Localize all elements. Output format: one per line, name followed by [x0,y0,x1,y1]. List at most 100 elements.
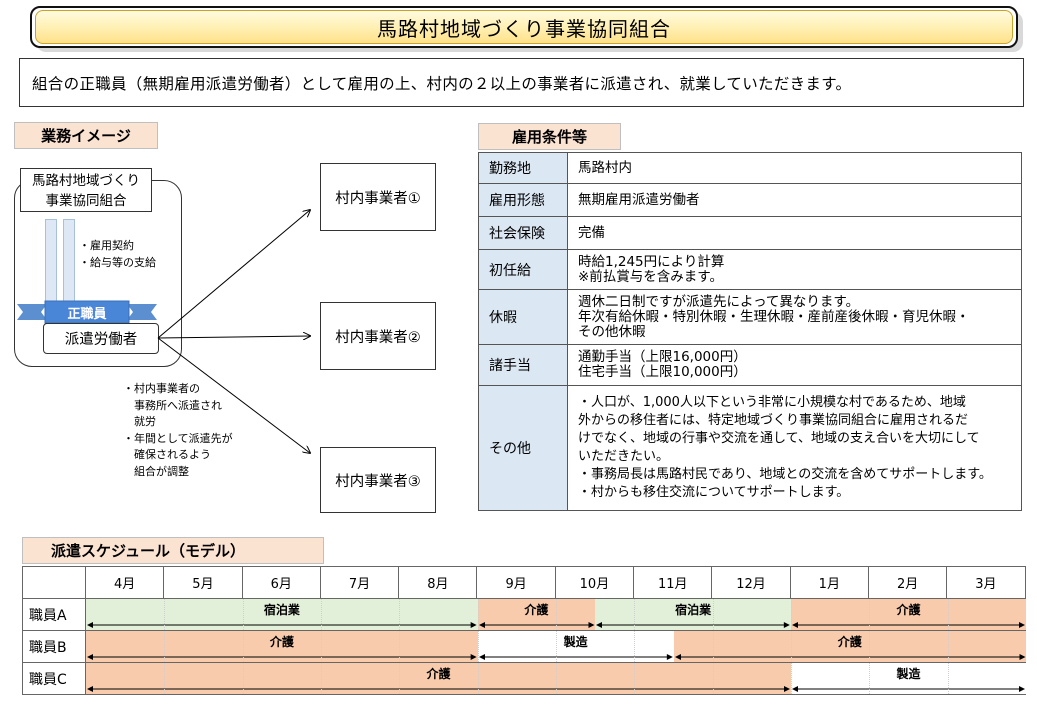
double-arrow-icon [792,686,1025,692]
condition-value: 時給1,245円により計算 ※前払賞与を含みます。 [567,249,1022,290]
union-name-line2: 事業協同組合 [45,193,127,209]
condition-line: 時給1,245円により計算 [578,253,725,270]
condition-label: 勤務地 [478,152,568,184]
month-gridline [477,663,479,694]
segment-label: 介護 [524,603,549,617]
condition-line: 通勤手当（上限16,000円） [578,349,747,365]
dispatch-notes: ・村内事業者の 事務所へ派遣され 就労 ・年間として派遣先が 確保されるよう 組… [123,381,233,480]
month-gridline [791,663,792,694]
contract-notes: ・雇用契約 ・給与等の支給 [79,237,156,271]
schedule-segment: 介護 [791,599,1026,630]
conditions-table: 勤務地 馬路村内 雇用形態 無期雇用派遣労働者 社会保険 完備 初任給 時給1,… [478,152,1022,511]
month-gridline [242,663,244,694]
condition-line: 年次有給休暇・特別休暇・生理休暇・産前産後休暇・育児休暇・ [578,308,970,325]
contract-bar-left [45,219,57,305]
dispatch-note: 事務所へ派遣され [123,398,222,412]
schedule-segment: 製造 [477,631,674,662]
segment-label: 介護 [426,667,451,681]
condition-line: 住宅手当（上限10,000円） [578,364,747,380]
condition-label: 休暇 [478,289,568,345]
condition-row: 社会保険 完備 [478,216,1022,250]
segment-label: 宿泊業 [675,603,712,617]
condition-value: 通勤手当（上限16,000円） 住宅手当（上限10,000円） [567,344,1022,386]
schedule-segment: 宿泊業 [595,599,791,630]
schedule-segment: 製造 [791,663,1026,694]
schedule-row: 職員C 介護 製造 [22,662,1026,695]
month-gridline [712,599,714,630]
condition-value: ・人口が、1,000人以下という非常に小規模な村であるため、地域 外からの移住者… [567,385,1022,511]
dispatch-note: 確保されるよう [123,448,211,461]
condition-value: 無期雇用派遣労働者 [567,183,1022,217]
month-gridline [947,599,949,630]
condition-line: ・村からも移住交流についてサポートします。 [578,485,850,500]
month-gridline [321,663,322,694]
month-gridline [399,599,401,630]
segment-label: 宿泊業 [263,603,300,617]
schedule-row: 職員A 宿泊業 介護 宿泊業 介護 [22,598,1026,631]
contract-note: ・雇用契約 [79,239,134,252]
month-gridline [399,663,401,694]
month-gridline [634,631,636,662]
month-gridline [321,599,322,630]
schedule-header-row: 4月 5月 6月 7月 8月 9月 10月 11月 12月 1月 2月 3月 [22,566,1026,599]
month-header: 6月 [241,566,321,599]
month-header: 7月 [319,566,400,599]
month-gridline [399,631,401,662]
business-box-1: 村内事業者① [320,163,436,231]
contract-note: ・給与等の支給 [79,256,156,269]
double-arrow-icon [478,654,673,660]
month-gridline [869,599,871,630]
month-header: 8月 [398,566,478,599]
schedule-table: 4月 5月 6月 7月 8月 9月 10月 11月 12月 1月 2月 3月 職… [22,566,1026,695]
dispatch-note: ・村内事業者の [123,382,200,395]
month-gridline [712,663,714,694]
month-gridline [242,631,244,662]
staff-name: 職員A [22,598,86,631]
month-header: 1月 [789,566,869,599]
double-arrow-icon [596,622,790,628]
condition-line: ・人口が、1,000人以下という非常に小規模な村であるため、地域 [578,395,966,410]
month-gridline [712,631,714,662]
month-header: 3月 [946,566,1026,599]
union-name: 馬路村地域づくり 事業協同組合 [20,168,152,212]
business-box-3: 村内事業者③ [320,447,436,513]
double-arrow-icon [674,654,1025,660]
condition-row: 勤務地 馬路村内 [478,152,1022,184]
schedule-heading: 派遣スケジュール（モデル） [22,537,324,564]
month-gridline [634,663,636,694]
segment-label: 介護 [837,635,862,649]
condition-label: 初任給 [478,249,568,290]
staff-name: 職員C [22,662,86,695]
schedule-segment: 宿泊業 [86,599,478,630]
condition-line: 週休二日制ですが派遣先によって異なります。 [578,293,860,310]
month-gridline [477,631,479,662]
condition-line: ・事務局長は馬路村民であり、地域との交流を含めてサポートします。 [578,467,992,482]
month-gridline [556,663,557,694]
month-header: 10月 [554,566,635,599]
ribbon-label: 正職員 [67,306,107,322]
staff-timeline: 介護 製造 [85,662,1026,695]
condition-row: 雇用形態 無期雇用派遣労働者 [478,183,1022,217]
condition-line: 完備 [578,224,605,241]
month-gridline [947,663,949,694]
month-gridline [634,599,636,630]
month-gridline [556,631,557,662]
condition-row: 初任給 時給1,245円により計算 ※前払賞与を含みます。 [478,249,1022,290]
condition-line: その他休暇 [578,323,646,340]
schedule-segment: 介護 [477,599,596,630]
month-gridline [164,599,166,630]
double-arrow-icon [87,686,790,692]
month-gridline [164,663,166,694]
month-gridline [477,599,479,630]
segment-label: 介護 [896,603,921,617]
condition-label: その他 [478,385,568,511]
dispatch-note: 組合が調整 [123,464,189,478]
business-image-heading: 業務イメージ [14,122,158,149]
month-gridline [321,631,322,662]
month-header: 2月 [867,566,948,599]
month-header: 11月 [633,566,713,599]
condition-line: 外からの移住者には、特定地域づくり事業協同組合に雇用されるだ [578,413,969,428]
union-name-line1: 馬路村地域づくり [32,173,140,189]
double-arrow-icon [792,622,1025,628]
month-gridline [242,599,244,630]
